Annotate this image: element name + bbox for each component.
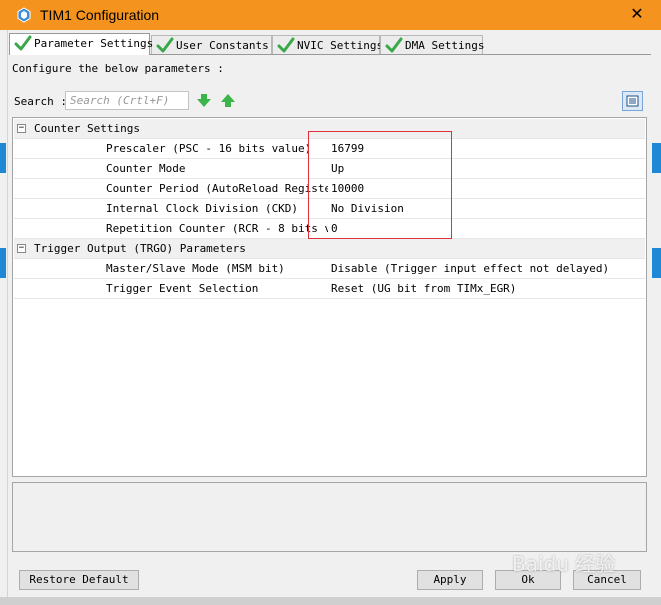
- background-window-edge: [0, 597, 661, 605]
- tab-label: User Constants: [176, 39, 269, 52]
- tab-nvic-settings[interactable]: NVIC Settings: [272, 35, 384, 54]
- collapse-icon[interactable]: −: [17, 124, 26, 133]
- list-view-button[interactable]: [622, 91, 643, 111]
- param-name: Internal Clock Division (CKD): [106, 202, 299, 215]
- collapse-icon[interactable]: −: [17, 244, 26, 253]
- apply-button[interactable]: Apply: [417, 570, 483, 590]
- close-icon[interactable]: ✕: [627, 4, 647, 24]
- check-icon: [156, 37, 174, 53]
- background-window-marker: [0, 248, 6, 278]
- tab-parameter-settings[interactable]: Parameter Settings: [9, 33, 154, 55]
- param-name: Counter Period (AutoReload Registe...: [106, 182, 328, 195]
- param-name: Master/Slave Mode (MSM bit): [106, 262, 285, 275]
- tab-label: Parameter Settings: [34, 37, 154, 50]
- restore-default-button[interactable]: Restore Default: [19, 570, 139, 590]
- param-value[interactable]: Disable (Trigger input effect not delaye…: [331, 262, 609, 275]
- param-row[interactable]: Trigger Event Selection Reset (UG bit fr…: [14, 279, 645, 299]
- arrow-up-icon[interactable]: [221, 94, 235, 107]
- tab-label: NVIC Settings: [297, 39, 384, 52]
- group-title: Trigger Output (TRGO) Parameters: [34, 242, 246, 255]
- group-trigger-output[interactable]: − Trigger Output (TRGO) Parameters: [14, 239, 645, 259]
- background-window-marker: [652, 248, 661, 278]
- title-bar: TIM1 Configuration ✕: [0, 0, 661, 30]
- param-name: Prescaler (PSC - 16 bits value): [106, 142, 312, 155]
- param-name: Trigger Event Selection: [106, 282, 259, 295]
- tab-user-constants[interactable]: User Constants: [151, 35, 272, 54]
- window-title: TIM1 Configuration: [40, 7, 160, 23]
- param-name: Counter Mode: [106, 162, 186, 175]
- group-title: Counter Settings: [34, 122, 140, 135]
- search-label: Search :: [14, 95, 67, 108]
- background-window-marker: [0, 143, 6, 173]
- tab-dma-settings[interactable]: DMA Settings: [380, 35, 485, 54]
- param-name: Repetition Counter (RCR - 8 bits v...: [106, 222, 328, 235]
- search-input[interactable]: [65, 91, 189, 110]
- background-window-marker: [652, 143, 661, 173]
- tab-label: DMA Settings: [405, 39, 485, 52]
- check-icon: [385, 37, 403, 53]
- check-icon: [14, 35, 32, 51]
- arrow-down-icon[interactable]: [197, 94, 211, 107]
- param-value[interactable]: Reset (UG bit from TIMx_EGR): [331, 282, 516, 295]
- watermark: Baidu 经验: [512, 552, 616, 576]
- highlight-annotation-box: [308, 131, 452, 239]
- list-view-icon: [626, 95, 639, 107]
- description-panel: [12, 482, 647, 552]
- background-window-edge: [0, 30, 8, 597]
- param-row[interactable]: Master/Slave Mode (MSM bit) Disable (Tri…: [14, 259, 645, 279]
- description-text: Configure the below parameters :: [12, 62, 224, 75]
- app-cube-icon: [17, 7, 31, 23]
- check-icon: [277, 37, 295, 53]
